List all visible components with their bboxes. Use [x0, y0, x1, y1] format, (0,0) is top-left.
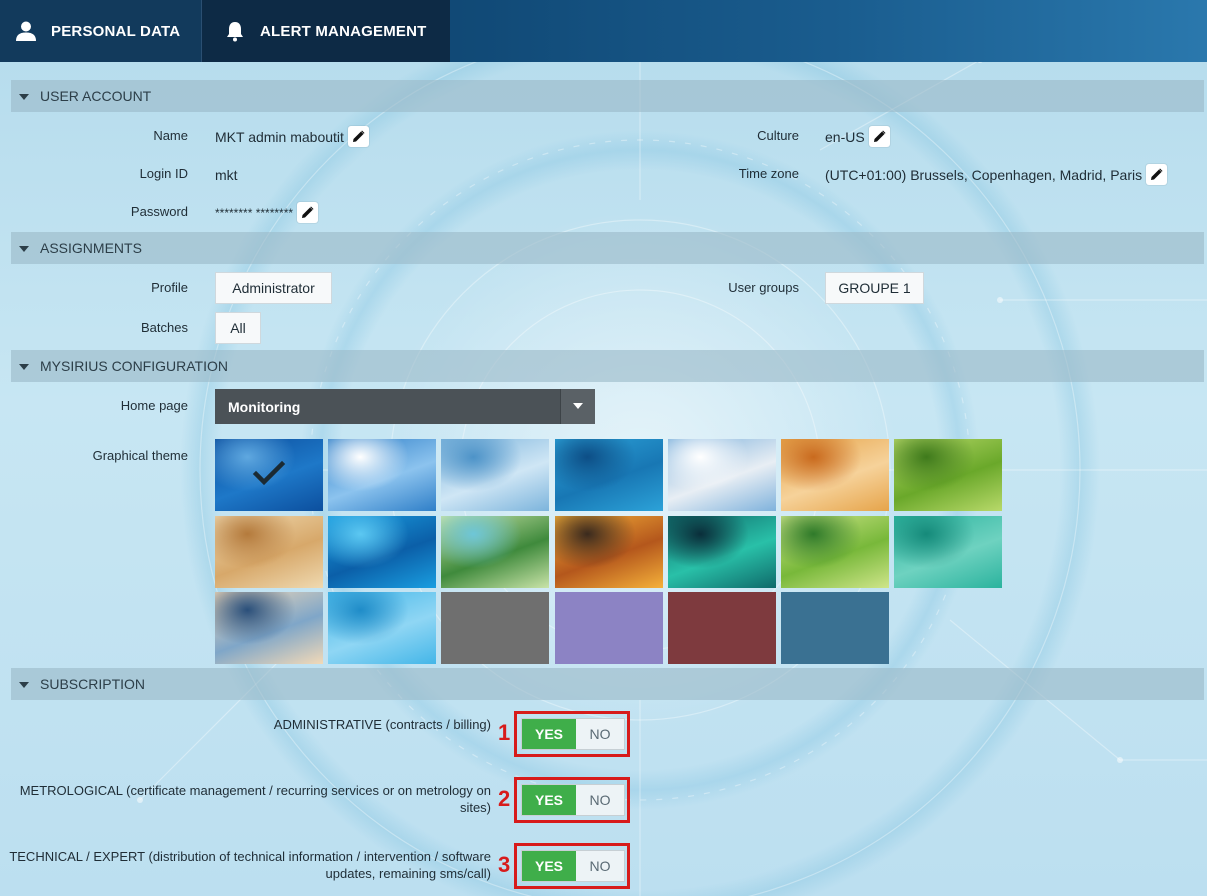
batches-tag[interactable]: All [215, 312, 261, 344]
check-icon [252, 460, 286, 486]
label-line: updates, remaining sms/call) [325, 866, 491, 881]
name-value: MKT admin maboutit [215, 128, 344, 145]
timezone-field: (UTC+01:00) Brussels, Copenhagen, Madrid… [825, 164, 1168, 185]
technical-toggle[interactable]: YES NO [521, 850, 625, 882]
collapse-caret-icon [19, 363, 29, 370]
theme-thumbnail-green-lake[interactable] [441, 516, 549, 588]
subscription-administrative-label: ADMINISTRATIVE (contracts / billing) [273, 717, 491, 732]
annotation-number: 3 [498, 852, 511, 877]
culture-value: en-US [825, 128, 865, 145]
section-title: ASSIGNMENTS [40, 240, 142, 256]
theme-thumbnail-snow-forest[interactable] [668, 439, 776, 511]
section-assignments[interactable]: ASSIGNMENTS [11, 232, 1204, 264]
name-label: Name [153, 128, 188, 143]
top-navigation: PERSONAL DATA ALERT MANAGEMENT [0, 0, 1207, 62]
metrological-toggle[interactable]: YES NO [521, 784, 625, 816]
theme-thumbnail-blue-network[interactable] [328, 516, 436, 588]
highlight-box: YES NO [514, 711, 630, 757]
edit-password-button[interactable] [297, 202, 319, 223]
section-title: USER ACCOUNT [40, 88, 152, 104]
collapse-caret-icon [19, 245, 29, 252]
graphical-theme-label: Graphical theme [92, 448, 188, 463]
tab-alert-management[interactable]: ALERT MANAGEMENT [201, 0, 450, 62]
bell-icon [224, 20, 246, 42]
section-title: MYSIRIUS CONFIGURATION [40, 358, 228, 374]
tab-label: PERSONAL DATA [51, 22, 181, 40]
culture-label: Culture [757, 128, 799, 143]
theme-thumbnail-lavender[interactable] [555, 592, 663, 664]
no-option[interactable]: NO [576, 719, 624, 749]
edit-culture-button[interactable] [868, 126, 890, 147]
theme-thumbnail-underwater[interactable] [555, 439, 663, 511]
section-mysirius-configuration[interactable]: MYSIRIUS CONFIGURATION [11, 350, 1204, 382]
highlight-box: YES NO [514, 843, 630, 889]
user-groups-label: User groups [728, 280, 799, 295]
home-page-select[interactable]: Monitoring [215, 389, 595, 424]
timezone-value: (UTC+01:00) Brussels, Copenhagen, Madrid… [825, 166, 1143, 183]
chevron-down-icon[interactable] [560, 389, 595, 424]
theme-thumbnail-misty-mountains[interactable] [215, 592, 323, 664]
home-page-label: Home page [120, 398, 188, 413]
theme-thumbnail-sky-sun[interactable] [328, 439, 436, 511]
theme-thumbnail-frost[interactable] [441, 439, 549, 511]
edit-name-button[interactable] [347, 126, 369, 147]
password-value: ******** ******** [215, 205, 294, 220]
user-groups-tag[interactable]: GROUPE 1 [825, 272, 924, 304]
user-icon [15, 20, 37, 42]
collapse-caret-icon [19, 681, 29, 688]
no-option[interactable]: NO [576, 785, 624, 815]
password-label: Password [130, 204, 188, 219]
no-option[interactable]: NO [576, 851, 624, 881]
annotation-number: 2 [498, 786, 511, 811]
password-field: ******** ******** [215, 202, 319, 223]
culture-field: en-US [825, 126, 890, 147]
collapse-caret-icon [19, 93, 29, 100]
theme-thumbnail-sprout[interactable] [781, 516, 889, 588]
name-field: MKT admin maboutit [215, 126, 369, 147]
section-user-account[interactable]: USER ACCOUNT [11, 80, 1204, 112]
section-title: SUBSCRIPTION [40, 676, 146, 692]
section-subscription[interactable]: SUBSCRIPTION [11, 668, 1204, 700]
login-value: mkt [215, 167, 238, 183]
highlight-box: YES NO [514, 777, 630, 823]
theme-thumbnail-water-drops[interactable] [328, 592, 436, 664]
yes-option[interactable]: YES [522, 851, 576, 881]
tab-personal-data[interactable]: PERSONAL DATA [0, 0, 201, 62]
yes-option[interactable]: YES [522, 719, 576, 749]
theme-thumbnail-desert[interactable] [215, 516, 323, 588]
theme-thumbnail-blue-tech[interactable] [215, 439, 323, 511]
batches-label: Batches [141, 320, 188, 335]
theme-thumbnail-steel-blue[interactable] [781, 592, 889, 664]
profile-label: Profile [151, 280, 188, 295]
subscription-metrological-label: METROLOGICAL (certificate management / r… [19, 783, 491, 815]
theme-thumbnail-sunset-hills[interactable] [555, 516, 663, 588]
edit-timezone-button[interactable] [1146, 164, 1168, 185]
login-label: Login ID [139, 166, 188, 181]
home-page-selected-value: Monitoring [228, 398, 301, 415]
subscription-technical-label: TECHNICAL / EXPERT (distribution of tech… [9, 848, 491, 882]
label-line: TECHNICAL / EXPERT (distribution of tech… [9, 849, 491, 864]
administrative-toggle[interactable]: YES NO [521, 718, 625, 750]
yes-option[interactable]: YES [522, 785, 576, 815]
profile-tag[interactable]: Administrator [215, 272, 332, 304]
theme-thumbnail-grass[interactable] [894, 439, 1002, 511]
theme-thumbnail-burgundy[interactable] [668, 592, 776, 664]
theme-thumbnail-dew-leaf[interactable] [894, 516, 1002, 588]
tab-label: ALERT MANAGEMENT [260, 22, 427, 40]
theme-thumbnail-grey[interactable] [441, 592, 549, 664]
timezone-label: Time zone [738, 166, 799, 181]
theme-thumbnail-aurora[interactable] [668, 516, 776, 588]
annotation-number: 1 [498, 720, 511, 745]
theme-thumbnail-autumn-leaves[interactable] [781, 439, 889, 511]
